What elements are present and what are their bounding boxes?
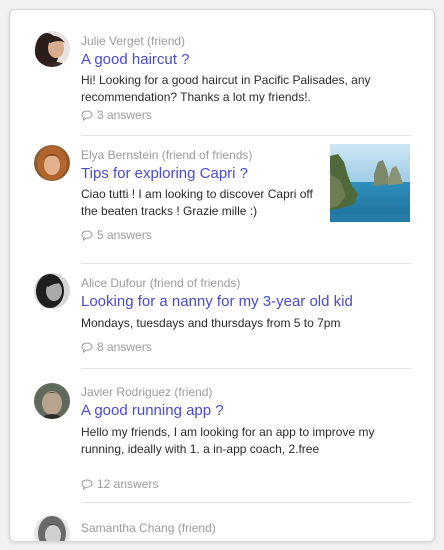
post-body: Mondays, tuesdays and thursdays from 5 t… bbox=[81, 316, 341, 330]
post-divider bbox=[81, 135, 412, 136]
answers-link[interactable]: 8 answers bbox=[81, 340, 152, 354]
avatar[interactable] bbox=[34, 273, 70, 309]
post-divider bbox=[81, 502, 412, 503]
answers-link[interactable]: 12 answers bbox=[81, 477, 158, 491]
answers-link[interactable]: 5 answers bbox=[81, 228, 152, 242]
post-body: Ciao tutti ! I am looking to discover Ca… bbox=[81, 187, 313, 218]
post-author[interactable]: Samantha Chang (friend) bbox=[81, 521, 216, 535]
post-author[interactable]: Elya Bernstein (friend of friends) bbox=[81, 148, 252, 162]
post-divider bbox=[81, 263, 412, 264]
answers-link[interactable]: 3 answers bbox=[81, 108, 152, 122]
speech-bubble-icon bbox=[81, 341, 93, 353]
post-title[interactable]: A good haircut ? bbox=[81, 51, 189, 68]
speech-bubble-icon bbox=[81, 478, 93, 490]
post-title[interactable]: Looking for a nanny for my 3-year old ki… bbox=[81, 293, 353, 310]
avatar[interactable] bbox=[34, 515, 70, 541]
avatar[interactable] bbox=[34, 383, 70, 419]
speech-bubble-icon bbox=[81, 109, 93, 121]
capri-photo[interactable] bbox=[330, 144, 410, 222]
speech-bubble-icon bbox=[81, 229, 93, 241]
post-body: Hi! Looking for a good haircut in Pacifi… bbox=[81, 73, 371, 104]
post-author[interactable]: Javier Rodriguez (friend) bbox=[81, 385, 212, 399]
post-title[interactable]: A good running app ? bbox=[81, 402, 224, 419]
post-author[interactable]: Julie Verget (friend) bbox=[81, 34, 185, 48]
post-body: Hello my friends, I am looking for an ap… bbox=[81, 425, 375, 456]
avatar[interactable] bbox=[34, 31, 70, 67]
feed-panel: Julie Verget (friend) A good haircut ? H… bbox=[9, 9, 435, 542]
answers-count: 12 answers bbox=[97, 477, 159, 491]
post-author[interactable]: Alice Dufour (friend of friends) bbox=[81, 276, 240, 290]
post-divider bbox=[81, 368, 412, 369]
post-title[interactable]: Tips for exploring Capri ? bbox=[81, 165, 248, 182]
avatar[interactable] bbox=[34, 145, 70, 181]
answers-count: 8 answers bbox=[97, 340, 152, 354]
answers-count: 5 answers bbox=[97, 228, 152, 242]
answers-count: 3 answers bbox=[97, 108, 152, 122]
